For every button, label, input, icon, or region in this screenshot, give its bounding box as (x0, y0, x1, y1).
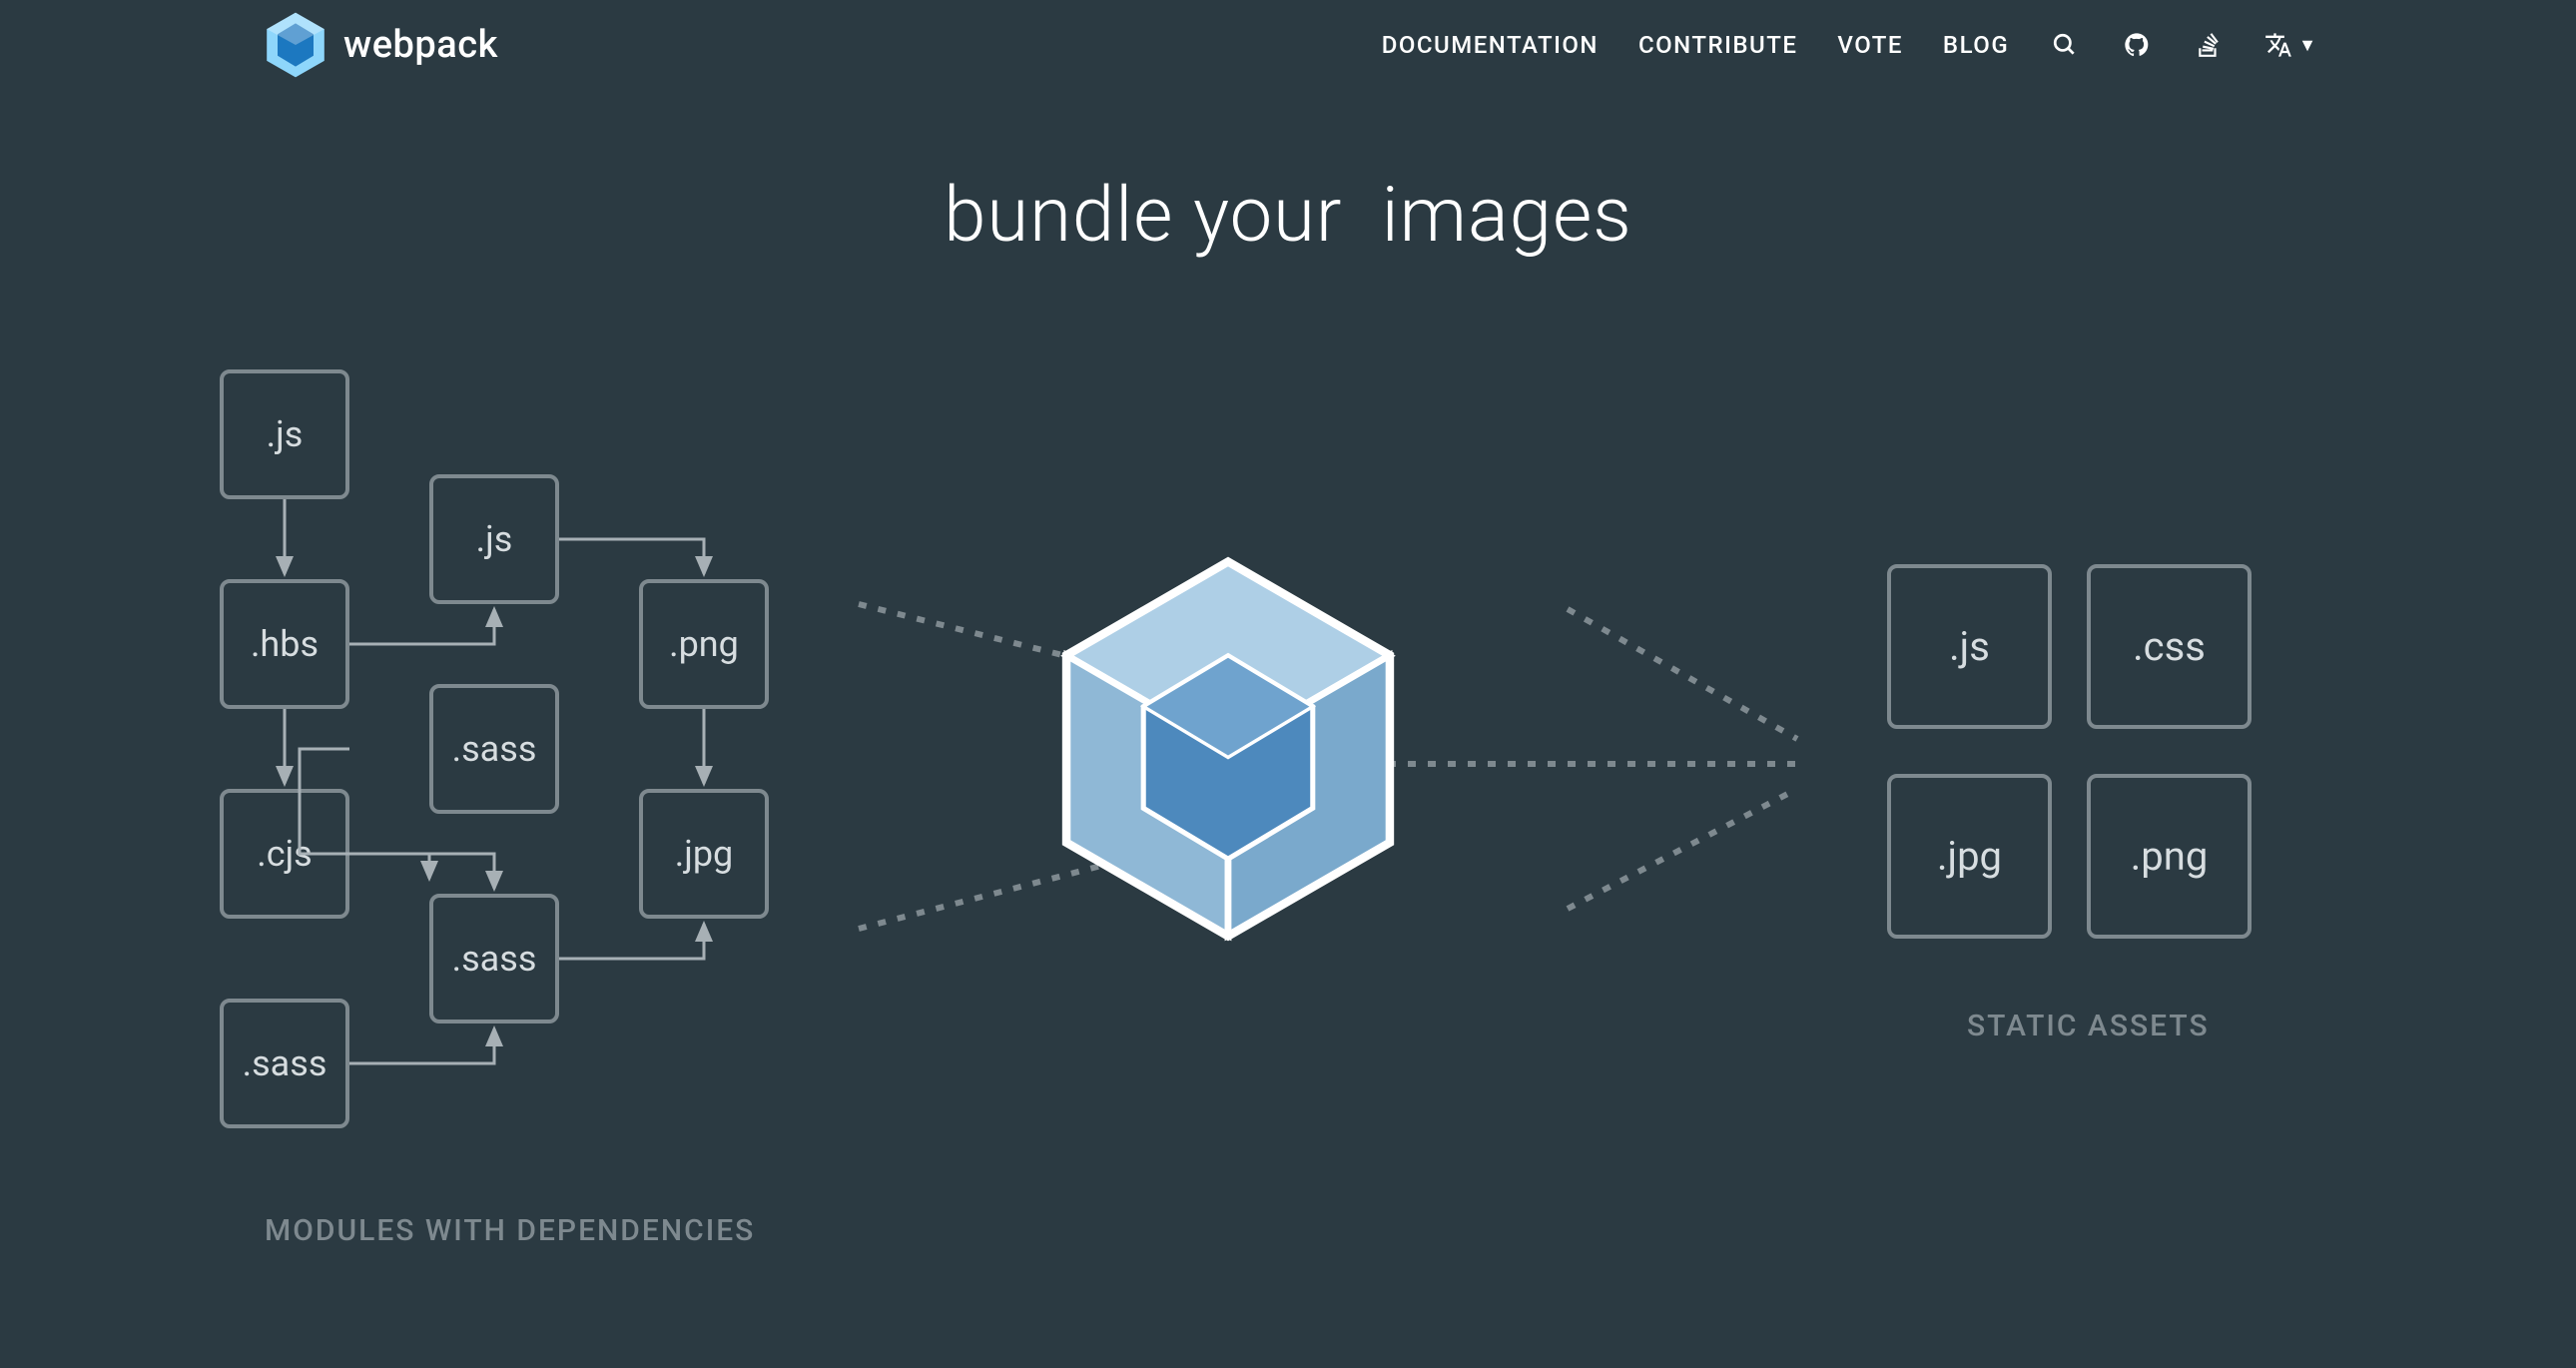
hero-suffix: images (1382, 170, 1632, 260)
assets-label: STATIC ASSETS (1967, 1009, 2210, 1043)
module-sass-1: .sass (429, 684, 559, 814)
hero-heading: bundle your images (0, 170, 2576, 260)
module-js-2: .js (429, 474, 559, 604)
output-jpg: .jpg (1887, 774, 2052, 939)
output-png: .png (2087, 774, 2252, 939)
module-js-1: .js (220, 369, 349, 499)
modules-label: MODULES WITH DEPENDENCIES (265, 1213, 755, 1248)
site-header: webpack DOCUMENTATION CONTRIBUTE VOTE BL… (0, 0, 2576, 90)
logo-link[interactable]: webpack (260, 9, 498, 81)
module-cjs: .cjs (220, 789, 349, 919)
module-sass-2: .sass (429, 894, 559, 1024)
stackoverflow-icon[interactable] (2193, 29, 2225, 61)
module-hbs: .hbs (220, 579, 349, 709)
module-jpg: .jpg (639, 789, 769, 919)
bundle-diagram: .js .js .hbs .png .sass .cjs .jpg .sass … (0, 369, 2576, 1368)
module-sass-3: .sass (220, 999, 349, 1128)
logo-text: webpack (343, 23, 498, 67)
main-nav: DOCUMENTATION CONTRIBUTE VOTE BLOG ▼ (1382, 29, 2316, 61)
search-icon[interactable] (2049, 29, 2081, 61)
webpack-cube-icon (1058, 554, 1398, 948)
output-css: .css (2087, 564, 2252, 729)
module-png: .png (639, 579, 769, 709)
github-icon[interactable] (2121, 29, 2153, 61)
webpack-logo-icon (260, 9, 331, 81)
output-js: .js (1887, 564, 2052, 729)
hero-prefix: bundle your (944, 170, 1342, 260)
nav-documentation[interactable]: DOCUMENTATION (1382, 31, 1599, 59)
language-selector[interactable]: ▼ (2264, 31, 2316, 59)
nav-contribute[interactable]: CONTRIBUTE (1638, 31, 1797, 59)
nav-vote[interactable]: VOTE (1837, 31, 1903, 59)
nav-blog[interactable]: BLOG (1943, 31, 2009, 59)
